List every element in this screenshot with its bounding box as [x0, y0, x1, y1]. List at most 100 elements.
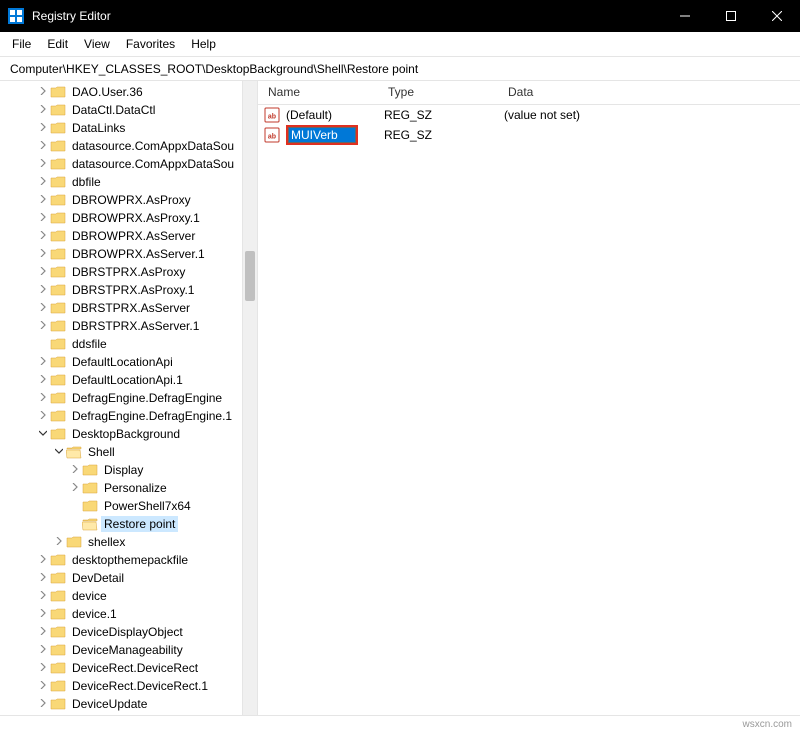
chevron-right-icon[interactable] [36, 591, 50, 602]
tree-item-label[interactable]: DefragEngine.DefragEngine [69, 390, 225, 406]
tree-item[interactable]: DeviceRect.DeviceRect [0, 659, 257, 677]
tree-item[interactable]: DeviceManageability [0, 641, 257, 659]
tree-item[interactable]: DAO.User.36 [0, 83, 257, 101]
chevron-right-icon[interactable] [36, 699, 50, 710]
tree-item[interactable]: device [0, 587, 257, 605]
tree-item[interactable]: DefragEngine.DefragEngine.1 [0, 407, 257, 425]
chevron-right-icon[interactable] [36, 357, 50, 368]
chevron-right-icon[interactable] [36, 195, 50, 206]
tree-item-label[interactable]: DataLinks [69, 120, 128, 136]
scrollbar-thumb[interactable] [245, 251, 255, 301]
chevron-right-icon[interactable] [36, 681, 50, 692]
tree-item-label[interactable]: DataCtl.DataCtl [69, 102, 158, 118]
tree-item[interactable]: DefaultLocationApi [0, 353, 257, 371]
tree-item-label[interactable]: datasource.ComAppxDataSou [69, 156, 237, 172]
tree-item[interactable]: DBROWPRX.AsProxy.1 [0, 209, 257, 227]
tree-item-label[interactable]: device [69, 588, 110, 604]
list-pane[interactable]: Name Type Data ab(Default)REG_SZ(value n… [258, 81, 800, 715]
chevron-right-icon[interactable] [36, 213, 50, 224]
value-name[interactable] [286, 125, 384, 145]
tree-item-label[interactable]: PowerShell7x64 [101, 498, 194, 514]
menu-favorites[interactable]: Favorites [118, 34, 183, 54]
tree-item[interactable]: DefaultLocationApi.1 [0, 371, 257, 389]
chevron-right-icon[interactable] [36, 609, 50, 620]
tree-item-label[interactable]: device.1 [69, 606, 120, 622]
chevron-right-icon[interactable] [36, 231, 50, 242]
chevron-down-icon[interactable] [36, 429, 50, 440]
value-name[interactable]: (Default) [286, 108, 384, 122]
tree-item-label[interactable]: Personalize [101, 480, 170, 496]
tree-item[interactable]: DataLinks [0, 119, 257, 137]
tree-item-label[interactable]: DeviceDisplayObject [69, 624, 186, 640]
tree-item-label[interactable]: desktopthemepackfile [69, 552, 191, 568]
tree-item[interactable]: datasource.ComAppxDataSou [0, 155, 257, 173]
tree-item[interactable]: Personalize [0, 479, 257, 497]
chevron-right-icon[interactable] [36, 159, 50, 170]
tree-item[interactable]: ddsfile [0, 335, 257, 353]
tree-item-label[interactable]: DBROWPRX.AsProxy [69, 192, 194, 208]
tree-item[interactable]: DesktopBackground [0, 425, 257, 443]
tree-item[interactable]: desktopthemepackfile [0, 551, 257, 569]
tree-item-label[interactable]: ddsfile [69, 336, 110, 352]
chevron-right-icon[interactable] [52, 537, 66, 548]
tree-item-label[interactable]: DesktopBackground [69, 426, 183, 442]
tree-item-label[interactable]: DBRSTPRX.AsProxy.1 [69, 282, 197, 298]
chevron-right-icon[interactable] [36, 393, 50, 404]
chevron-right-icon[interactable] [36, 249, 50, 260]
menu-edit[interactable]: Edit [39, 34, 76, 54]
tree-item-label[interactable]: DefaultLocationApi.1 [69, 372, 186, 388]
tree-item-label[interactable]: DBRSTPRX.AsProxy [69, 264, 188, 280]
minimize-button[interactable] [662, 0, 708, 32]
tree-item[interactable]: DeviceUpdate [0, 695, 257, 713]
menu-view[interactable]: View [76, 34, 118, 54]
chevron-right-icon[interactable] [68, 483, 82, 494]
chevron-right-icon[interactable] [36, 141, 50, 152]
tree-item-label[interactable]: DBRSTPRX.AsServer [69, 300, 193, 316]
tree-item[interactable]: dbfile [0, 173, 257, 191]
chevron-right-icon[interactable] [36, 285, 50, 296]
tree-item-label[interactable]: DBROWPRX.AsServer [69, 228, 198, 244]
column-header-data[interactable]: Data [498, 81, 800, 104]
tree-item-label[interactable]: DBRSTPRX.AsServer.1 [69, 318, 202, 334]
chevron-right-icon[interactable] [36, 321, 50, 332]
tree-item-label[interactable]: DBROWPRX.AsServer.1 [69, 246, 208, 262]
column-header-name[interactable]: Name [258, 81, 378, 104]
close-button[interactable] [754, 0, 800, 32]
tree-item-label[interactable]: Restore point [101, 516, 178, 532]
tree-item[interactable]: DataCtl.DataCtl [0, 101, 257, 119]
list-row[interactable]: abREG_SZ [258, 125, 800, 145]
tree-item[interactable]: DBROWPRX.AsServer.1 [0, 245, 257, 263]
tree-item[interactable]: Restore point [0, 515, 257, 533]
chevron-right-icon[interactable] [36, 87, 50, 98]
chevron-right-icon[interactable] [36, 303, 50, 314]
tree-scrollbar[interactable] [242, 81, 257, 715]
column-header-type[interactable]: Type [378, 81, 498, 104]
tree-item-label[interactable]: DefragEngine.DefragEngine.1 [69, 408, 235, 424]
tree-item[interactable]: DeviceRect.DeviceRect.1 [0, 677, 257, 695]
tree-item[interactable]: shellex [0, 533, 257, 551]
tree-item[interactable]: DefragEngine.DefragEngine [0, 389, 257, 407]
tree-item-label[interactable]: Shell [85, 444, 118, 460]
chevron-right-icon[interactable] [36, 375, 50, 386]
tree-item-label[interactable]: DeviceUpdate [69, 696, 150, 712]
tree-item[interactable]: datasource.ComAppxDataSou [0, 137, 257, 155]
tree-item-label[interactable]: DeviceRect.DeviceRect.1 [69, 678, 211, 694]
rename-input[interactable] [288, 127, 356, 143]
list-row[interactable]: ab(Default)REG_SZ(value not set) [258, 105, 800, 125]
tree-item[interactable]: DeviceDisplayObject [0, 623, 257, 641]
tree-item[interactable]: Shell [0, 443, 257, 461]
chevron-right-icon[interactable] [36, 411, 50, 422]
tree-item[interactable]: Display [0, 461, 257, 479]
chevron-right-icon[interactable] [36, 573, 50, 584]
tree-item[interactable]: DeviceUpdateCenter [0, 713, 257, 715]
tree-item[interactable]: DBRSTPRX.AsProxy [0, 263, 257, 281]
tree-item[interactable]: device.1 [0, 605, 257, 623]
tree-item-label[interactable]: shellex [85, 534, 128, 550]
tree-item-label[interactable]: datasource.ComAppxDataSou [69, 138, 237, 154]
tree-item-label[interactable]: DevDetail [69, 570, 127, 586]
chevron-right-icon[interactable] [36, 105, 50, 116]
tree-item-label[interactable]: DeviceRect.DeviceRect [69, 660, 201, 676]
chevron-right-icon[interactable] [36, 123, 50, 134]
menu-help[interactable]: Help [183, 34, 224, 54]
tree-item[interactable]: PowerShell7x64 [0, 497, 257, 515]
